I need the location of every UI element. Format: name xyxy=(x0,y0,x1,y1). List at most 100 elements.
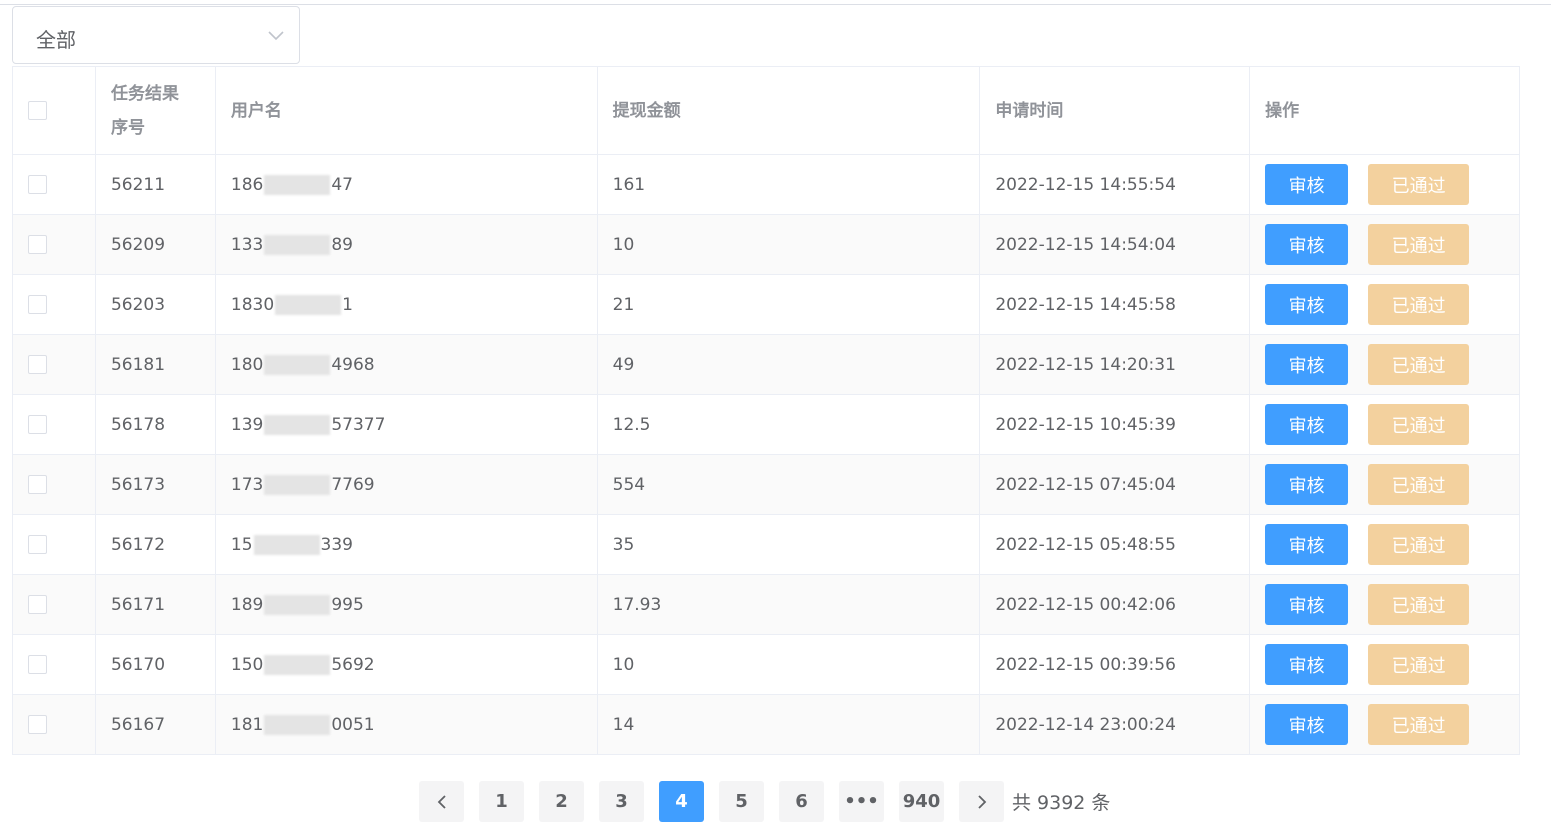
username-suffix: 7769 xyxy=(331,474,375,495)
row-actions: 审核 已通过 xyxy=(1250,215,1520,275)
header-time: 申请时间 xyxy=(980,67,1251,155)
username-prefix: 1830 xyxy=(230,294,275,315)
row-amount: 35 xyxy=(597,515,981,575)
passed-button[interactable]: 已通过 xyxy=(1368,704,1470,745)
row-checkbox[interactable] xyxy=(28,655,47,674)
username-mask xyxy=(264,594,331,615)
review-button[interactable]: 审核 xyxy=(1265,464,1349,505)
username-suffix: 47 xyxy=(331,174,353,195)
table-row: 56170 150 5692 10 2022-12-15 00:39:56 审核 已通过 xyxy=(13,635,1520,695)
row-seq: 56171 xyxy=(95,575,216,635)
passed-button[interactable]: 已通过 xyxy=(1368,284,1470,325)
row-seq: 56178 xyxy=(95,395,216,455)
row-time: 2022-12-15 14:45:58 xyxy=(980,275,1251,335)
username-suffix: 5692 xyxy=(331,654,375,675)
row-checkbox[interactable] xyxy=(28,295,47,314)
row-amount: 554 xyxy=(597,455,981,515)
passed-button[interactable]: 已通过 xyxy=(1368,524,1470,565)
passed-button[interactable]: 已通过 xyxy=(1368,164,1470,205)
username-suffix: 89 xyxy=(331,234,353,255)
row-time: 2022-12-15 07:45:04 xyxy=(980,455,1251,515)
page-button-4[interactable]: 4 xyxy=(659,781,704,822)
page-button-3[interactable]: 3 xyxy=(599,781,644,822)
username-suffix: 339 xyxy=(320,534,353,555)
header-actions: 操作 xyxy=(1250,67,1520,155)
row-seq: 56209 xyxy=(95,215,216,275)
review-button[interactable]: 审核 xyxy=(1265,224,1349,265)
row-seq: 56172 xyxy=(95,515,216,575)
row-checkbox[interactable] xyxy=(28,535,47,554)
row-actions: 审核 已通过 xyxy=(1250,395,1520,455)
row-checkbox[interactable] xyxy=(28,235,47,254)
page-button-5[interactable]: 5 xyxy=(719,781,764,822)
table-body: 56211 186 47 161 2022-12-15 14:55:54 审核 已通过 562… xyxy=(13,155,1520,755)
username-prefix: 133 xyxy=(230,234,264,255)
pagination: 123456 ••• 940 共 9392 条 xyxy=(419,781,1110,822)
passed-button[interactable]: 已通过 xyxy=(1368,224,1470,265)
table-header: 任务结果 序号 用户名 提现金额 申请时间 操作 xyxy=(13,67,1520,155)
row-actions: 审核 已通过 xyxy=(1250,335,1520,395)
row-actions: 审核 已通过 xyxy=(1250,695,1520,755)
table-row: 56167 181 0051 14 2022-12-14 23:00:24 审核 已通过 xyxy=(13,695,1520,755)
page-button-1[interactable]: 1 xyxy=(479,781,524,822)
review-button[interactable]: 审核 xyxy=(1265,164,1349,205)
review-button[interactable]: 审核 xyxy=(1265,644,1349,685)
row-select-cell xyxy=(13,695,96,755)
row-actions: 审核 已通过 xyxy=(1250,635,1520,695)
review-button[interactable]: 审核 xyxy=(1265,404,1349,445)
review-button[interactable]: 审核 xyxy=(1265,344,1349,385)
username-prefix: 139 xyxy=(230,414,264,435)
passed-button[interactable]: 已通过 xyxy=(1368,464,1470,505)
row-time: 2022-12-15 14:54:04 xyxy=(980,215,1251,275)
row-checkbox[interactable] xyxy=(28,355,47,374)
username-suffix: 57377 xyxy=(331,414,386,435)
username-mask xyxy=(264,174,331,195)
row-username: 1830 1 xyxy=(215,275,598,335)
table-row: 56178 139 57377 12.5 2022-12-15 10:45:39 审核 已通… xyxy=(13,395,1520,455)
passed-button[interactable]: 已通过 xyxy=(1368,584,1470,625)
row-username: 180 4968 xyxy=(215,335,598,395)
passed-button[interactable]: 已通过 xyxy=(1368,644,1470,685)
total-count: 共 9392 条 xyxy=(1012,792,1111,814)
next-page-button[interactable] xyxy=(959,781,1004,822)
row-time: 2022-12-14 23:00:24 xyxy=(980,695,1251,755)
table-row: 56203 1830 1 21 2022-12-15 14:45:58 审核 已通过 xyxy=(13,275,1520,335)
status-filter-select[interactable]: 全部 xyxy=(12,6,300,64)
row-select-cell xyxy=(13,155,96,215)
review-button[interactable]: 审核 xyxy=(1265,704,1349,745)
more-pages-button[interactable]: ••• xyxy=(839,781,884,822)
chevron-right-icon xyxy=(977,794,986,809)
page-button-2[interactable]: 2 xyxy=(539,781,584,822)
username-suffix: 4968 xyxy=(331,354,375,375)
row-checkbox[interactable] xyxy=(28,175,47,194)
review-button[interactable]: 审核 xyxy=(1265,584,1349,625)
row-checkbox[interactable] xyxy=(28,415,47,434)
chevron-left-icon xyxy=(437,794,446,809)
row-username: 133 89 xyxy=(215,215,598,275)
username-mask xyxy=(264,654,331,675)
row-checkbox[interactable] xyxy=(28,475,47,494)
page-button-6[interactable]: 6 xyxy=(779,781,824,822)
row-actions: 审核 已通过 xyxy=(1250,155,1520,215)
row-username: 173 7769 xyxy=(215,455,598,515)
row-time: 2022-12-15 05:48:55 xyxy=(980,515,1251,575)
row-username: 181 0051 xyxy=(215,695,598,755)
review-button[interactable]: 审核 xyxy=(1265,284,1349,325)
row-checkbox[interactable] xyxy=(28,715,47,734)
row-time: 2022-12-15 10:45:39 xyxy=(980,395,1251,455)
row-select-cell xyxy=(13,635,96,695)
passed-button[interactable]: 已通过 xyxy=(1368,344,1470,385)
row-actions: 审核 已通过 xyxy=(1250,455,1520,515)
select-all-checkbox[interactable] xyxy=(28,101,47,120)
username-prefix: 150 xyxy=(230,654,264,675)
last-page-button[interactable]: 940 xyxy=(899,781,944,822)
row-amount: 10 xyxy=(597,215,981,275)
passed-button[interactable]: 已通过 xyxy=(1368,404,1470,445)
chevron-down-icon xyxy=(268,31,284,41)
prev-page-button[interactable] xyxy=(419,781,464,822)
row-select-cell xyxy=(13,455,96,515)
review-button[interactable]: 审核 xyxy=(1265,524,1349,565)
username-suffix: 0051 xyxy=(331,714,375,735)
row-actions: 审核 已通过 xyxy=(1250,575,1520,635)
row-checkbox[interactable] xyxy=(28,595,47,614)
